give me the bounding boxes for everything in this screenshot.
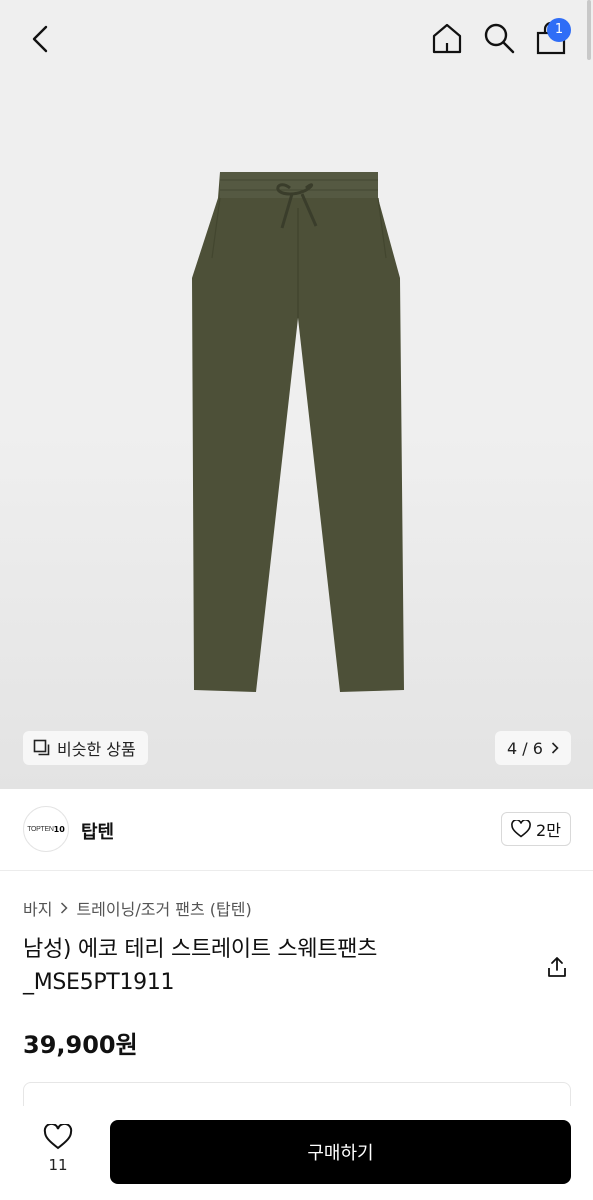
brand-logo-text: TOPTEN <box>27 825 54 833</box>
share-icon[interactable] <box>545 955 569 979</box>
home-icon[interactable] <box>430 21 464 55</box>
bottom-action-bar: 11 구매하기 <box>0 1106 593 1200</box>
scrollbar[interactable] <box>587 0 591 60</box>
breadcrumb-subcategory[interactable]: 트레이닝/조거 팬츠 (탑텐) <box>76 896 251 920</box>
brand-logo-mark: 10 <box>53 824 65 834</box>
brand-logo[interactable]: TOPTEN 10 <box>23 806 69 852</box>
brand-like-button[interactable]: 2만 <box>501 812 571 846</box>
similar-products-button[interactable]: 비슷한 상품 <box>23 731 148 765</box>
chevron-right-icon <box>61 902 69 914</box>
breadcrumb-category[interactable]: 바지 <box>23 896 52 920</box>
back-arrow-icon[interactable] <box>26 22 56 56</box>
image-pager-text: 4 / 6 <box>507 738 543 758</box>
cart-count-badge: 1 <box>547 18 571 42</box>
product-pants-image <box>192 172 404 692</box>
product-price: 39,900원 <box>23 1031 138 1059</box>
copy-squares-icon <box>33 739 50 756</box>
image-pager-button[interactable]: 4 / 6 <box>495 731 571 765</box>
product-title: 남성) 에코 테리 스트레이트 스웨트팬츠_MSE5PT1911 <box>23 937 378 995</box>
breadcrumb: 바지 트레이닝/조거 팬츠 (탑텐) <box>23 896 252 920</box>
heart-icon <box>511 820 531 838</box>
product-image[interactable]: 비슷한 상품 4 / 6 <box>0 0 593 789</box>
brand-row[interactable]: TOPTEN 10 탑텐 2만 <box>0 789 593 871</box>
top-navigation-bar: 1 <box>0 0 593 78</box>
chevron-right-icon <box>551 742 559 754</box>
heart-icon <box>43 1122 73 1150</box>
search-icon[interactable] <box>482 21 516 55</box>
wishlist-count: 11 <box>48 1156 68 1174</box>
brand-name[interactable]: 탑텐 <box>81 818 114 844</box>
wishlist-button[interactable]: 11 <box>34 1122 82 1184</box>
buy-button[interactable]: 구매하기 <box>110 1120 571 1184</box>
similar-products-label: 비슷한 상품 <box>57 740 136 759</box>
brand-like-count: 2만 <box>536 821 561 840</box>
